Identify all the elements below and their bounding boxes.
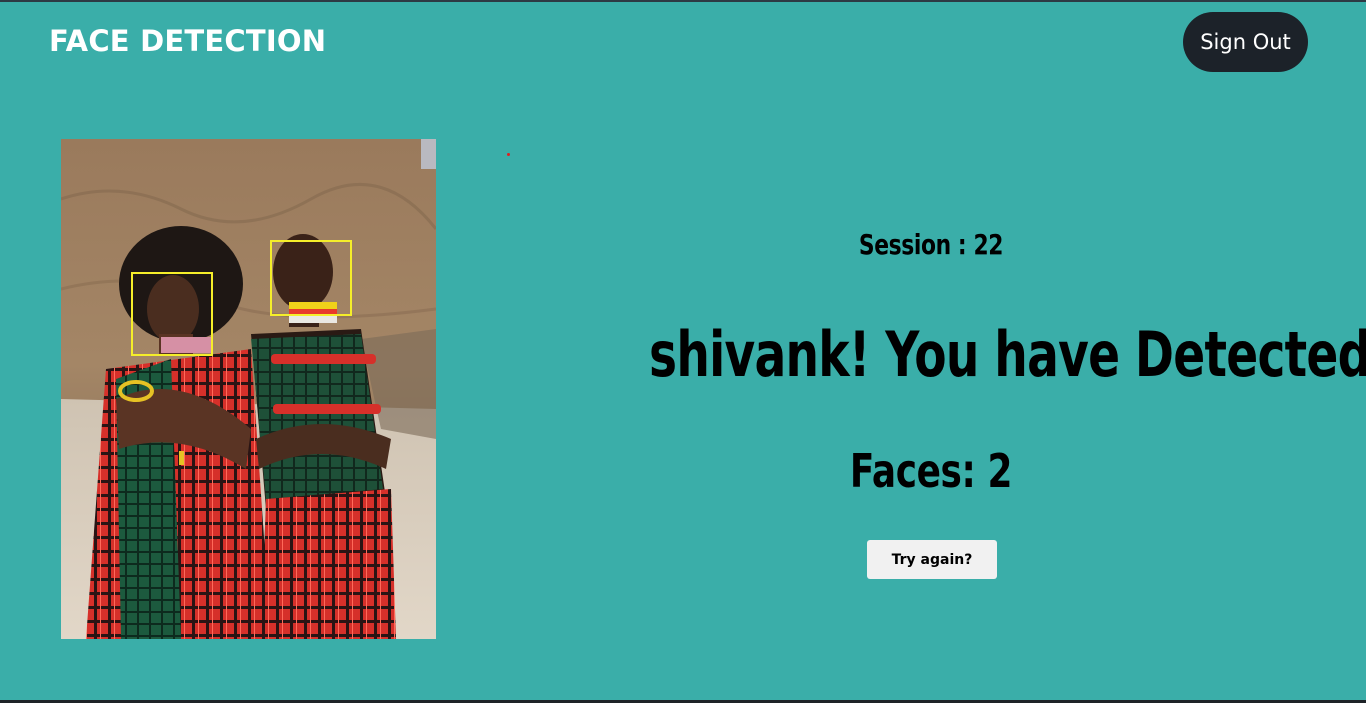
faces-count: Faces: 2	[849, 444, 1013, 498]
detection-headline: shivank! You have Detected	[649, 318, 1366, 391]
try-again-button[interactable]: Try again?	[867, 540, 997, 579]
session-count: Session : 22	[858, 228, 1004, 261]
app-title: FACE DETECTION	[49, 24, 327, 58]
detection-photo	[61, 139, 436, 639]
red-dot	[507, 153, 510, 156]
sign-out-button[interactable]: Sign Out	[1183, 12, 1308, 72]
top-border	[0, 0, 1366, 2]
